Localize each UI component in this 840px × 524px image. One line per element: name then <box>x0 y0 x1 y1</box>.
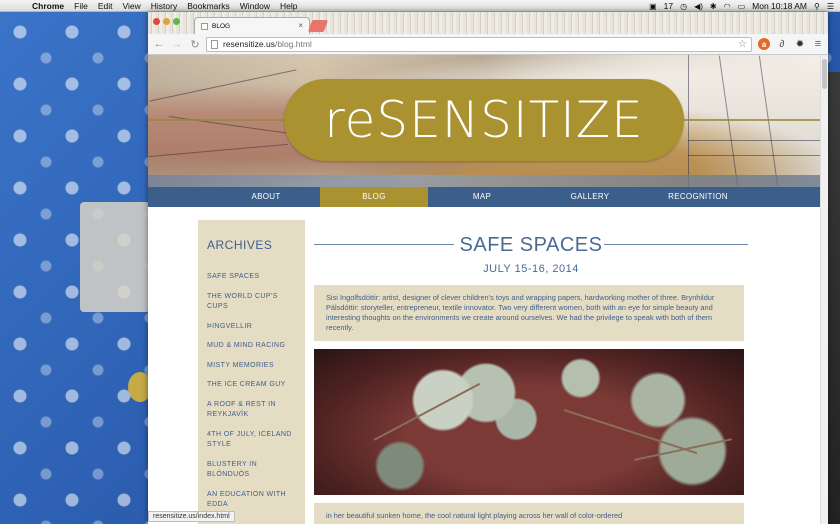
post-photo <box>314 349 744 495</box>
notebook-line <box>688 155 820 156</box>
background-window-edge <box>826 72 840 524</box>
menu-edit[interactable]: Edit <box>98 1 113 11</box>
site-title: reSENSITIZE <box>324 91 644 149</box>
menu-help[interactable]: Help <box>280 1 297 11</box>
spotlight-icon[interactable]: ⚲ <box>814 2 820 11</box>
archive-link-education-edda[interactable]: An Education with Edda <box>207 490 301 511</box>
close-window-button[interactable] <box>153 18 160 25</box>
forward-arrow-icon[interactable]: → <box>170 38 184 50</box>
extension-link-icon[interactable]: ∂ <box>776 38 788 50</box>
tab-strip: BLOG × <box>148 12 828 34</box>
post-title-row: SAFE SPACES <box>314 234 748 257</box>
archive-link-4th-of-july[interactable]: 4th of July, Iceland Style <box>207 430 301 451</box>
window-controls <box>153 18 180 25</box>
address-bar[interactable]: resensitize.us/blog.html ☆ <box>206 36 752 52</box>
bluetooth-icon[interactable]: ✱ <box>710 2 717 11</box>
desktop-blurred-card <box>80 202 150 312</box>
nav-gallery[interactable]: GALLERY <box>536 187 644 207</box>
map-road-line <box>149 69 297 102</box>
nav-recognition[interactable]: RECOGNITION <box>644 187 752 207</box>
menu-view[interactable]: View <box>122 1 140 11</box>
extension-badge-icon[interactable]: a <box>758 38 770 50</box>
notebook-line <box>758 55 779 187</box>
browser-tab-active[interactable]: BLOG × <box>194 17 310 34</box>
page-info-icon[interactable] <box>211 39 218 49</box>
notebook-line <box>718 55 739 187</box>
webpage: reSENSITIZE ABOUT BLOG MAP GALLERY RECOG… <box>148 55 820 524</box>
bookmark-star-icon[interactable]: ☆ <box>738 39 747 50</box>
archive-link-world-cups-cups[interactable]: The World Cup's Cups <box>207 292 301 313</box>
wifi-icon[interactable]: ◠ <box>724 2 731 11</box>
battery-icon[interactable]: ▭ <box>738 2 746 11</box>
post-next-paragraph: in her beautiful sunken home, the cool n… <box>314 503 744 524</box>
post-date: JULY 15-16, 2014 <box>483 263 579 275</box>
archive-link-mud-mind-racing[interactable]: Mud & Mind Racing <box>207 341 301 352</box>
menu-history[interactable]: History <box>151 1 177 11</box>
site-header-banner: reSENSITIZE <box>148 55 820 187</box>
notebook-line <box>688 55 689 187</box>
site-nav: ABOUT BLOG MAP GALLERY RECOGNITION <box>148 187 820 207</box>
archive-link-ice-cream-guy[interactable]: The Ice Cream Guy <box>207 380 301 391</box>
menu-window[interactable]: Window <box>240 1 270 11</box>
archive-link-safe-spaces[interactable]: Safe Spaces <box>207 272 301 283</box>
zoom-window-button[interactable] <box>173 18 180 25</box>
page-favicon-icon <box>201 22 208 30</box>
menubar-clock[interactable]: Mon 10:18 AM <box>752 1 807 11</box>
nav-map[interactable]: MAP <box>428 187 536 207</box>
archive-link-roof-rest-reykjavik[interactable]: A Roof & Rest in Reykjavík <box>207 400 301 421</box>
site-logo-banner[interactable]: reSENSITIZE <box>284 79 684 161</box>
post-intro: Sisi Ingolfsdóttir: artist, designer of … <box>314 285 744 341</box>
url-path: /blog.html <box>274 39 312 49</box>
tab-close-icon[interactable]: × <box>298 21 303 30</box>
header-bottom-strip <box>148 175 820 187</box>
post-title-text: SAFE SPACES <box>457 234 605 256</box>
browser-toolbar: ← → ↻ resensitize.us/blog.html ☆ a ∂ ✹ ≡ <box>148 34 828 55</box>
menu-file[interactable]: File <box>74 1 88 11</box>
page-scrollbar[interactable] <box>820 55 828 524</box>
chrome-menu-icon[interactable]: ≡ <box>812 38 824 50</box>
scrollbar-thumb[interactable] <box>822 59 827 89</box>
mac-menubar: Chrome File Edit View History Bookmarks … <box>0 0 840 12</box>
minimize-window-button[interactable] <box>163 18 170 25</box>
url-host: resensitize.us <box>223 39 275 49</box>
new-tab-button[interactable] <box>307 20 329 32</box>
archive-link-thingvellir[interactable]: Þingvellir <box>207 322 301 333</box>
nav-blog[interactable]: BLOG <box>320 187 428 207</box>
status-bubble: resensitize.us/index.html <box>148 511 235 522</box>
menu-bookmarks[interactable]: Bookmarks <box>187 1 230 11</box>
menubar-status-area: ▣ 17 ◷ ◀) ✱ ◠ ▭ Mon 10:18 AM ⚲ ☰ <box>649 0 834 12</box>
archives-title: ARCHIVES <box>207 238 273 252</box>
archive-link-blustery-blonduos[interactable]: Blustery in Blönduós <box>207 460 301 481</box>
photo-stem <box>373 382 481 441</box>
photo-stem <box>563 409 698 455</box>
archives-list: Safe Spaces The World Cup's Cups Þingvel… <box>207 272 301 520</box>
browser-window: BLOG × ← → ↻ resensitize.us/blog.html ☆ … <box>148 12 828 524</box>
page-content: ARCHIVES Safe Spaces The World Cup's Cup… <box>148 207 820 524</box>
time-machine-icon[interactable]: ◷ <box>680 2 687 11</box>
back-arrow-icon[interactable]: ← <box>152 38 166 50</box>
archive-link-misty-memories[interactable]: Misty Memories <box>207 361 301 372</box>
status-app-icon[interactable]: ▣ <box>649 2 657 11</box>
tab-title: BLOG <box>212 22 231 30</box>
nav-about[interactable]: ABOUT <box>212 187 320 207</box>
map-road-line <box>148 143 288 158</box>
status-count[interactable]: 17 <box>664 1 673 11</box>
reload-icon[interactable]: ↻ <box>188 38 202 51</box>
post-title: SAFE SPACES <box>314 234 748 257</box>
archives-sidebar: ARCHIVES Safe Spaces The World Cup's Cup… <box>198 220 305 524</box>
volume-icon[interactable]: ◀) <box>694 2 703 11</box>
notification-center-icon[interactable]: ☰ <box>827 2 834 11</box>
photo-stem <box>633 438 733 461</box>
settings-gear-icon[interactable]: ✹ <box>794 38 806 50</box>
notebook-line <box>688 140 820 141</box>
menu-app-name[interactable]: Chrome <box>32 1 64 11</box>
